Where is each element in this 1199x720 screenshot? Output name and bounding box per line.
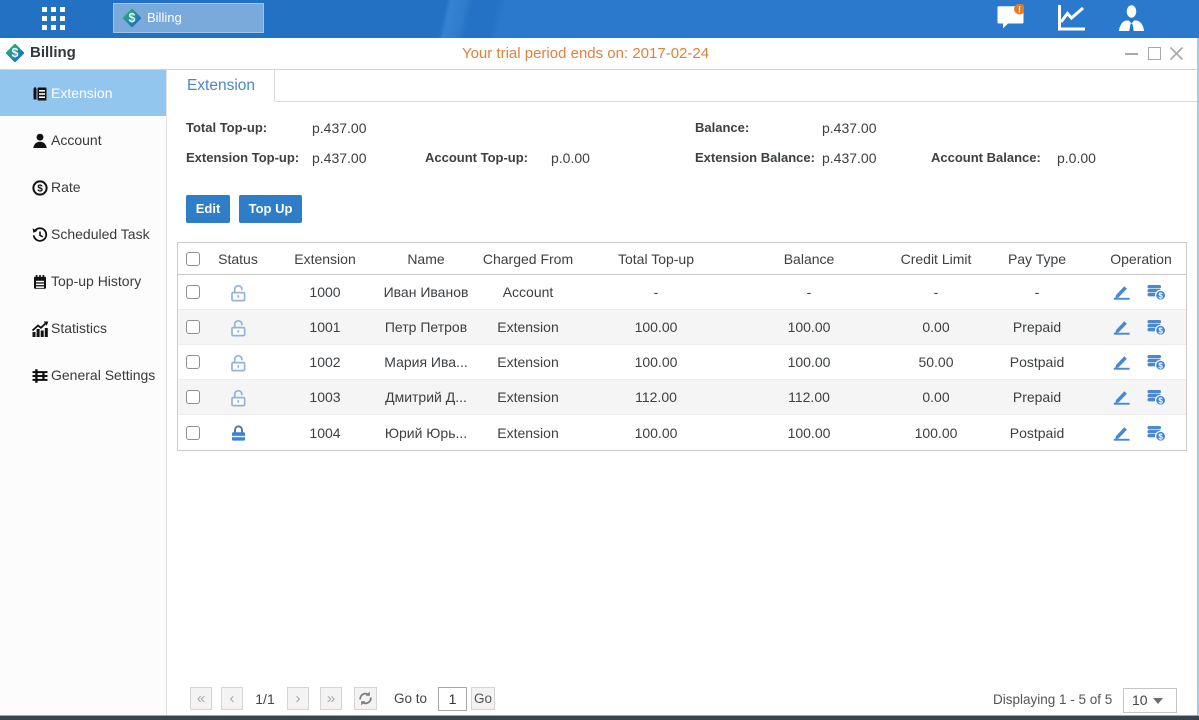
svg-text:$: $ [37,184,43,195]
svg-text:$: $ [1158,396,1163,405]
svg-text:$: $ [129,11,136,25]
svg-text:$: $ [1158,432,1163,441]
svg-text:$: $ [1158,326,1163,335]
svg-text:$: $ [1158,361,1163,370]
svg-text:!: ! [1018,5,1021,15]
svg-text:$: $ [1158,291,1163,300]
